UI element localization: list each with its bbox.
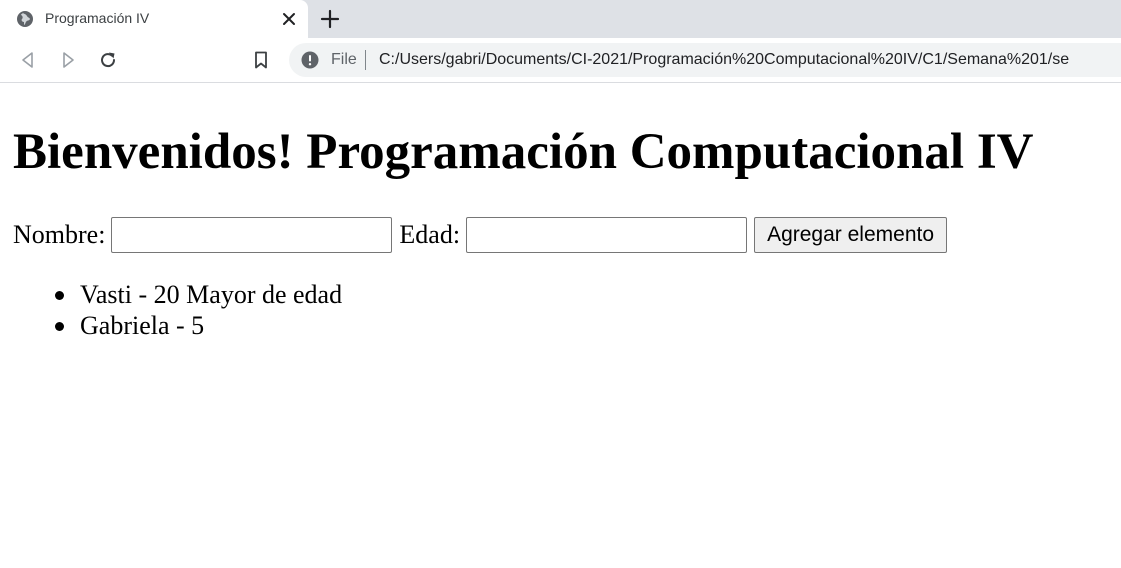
age-input[interactable] [466,217,748,253]
back-arrow-icon[interactable] [18,50,38,70]
bullet-icon [55,291,64,300]
url-scheme-label: File [331,51,357,68]
name-input[interactable] [111,217,393,253]
page-title: Bienvenidos! Programación Computacional … [13,124,1034,180]
browser-tab[interactable]: Programación IV [0,0,308,38]
forward-arrow-icon[interactable] [58,50,78,70]
url-text[interactable]: C:/Users/gabri/Documents/CI-2021/Program… [379,51,1069,69]
name-label: Nombre: [13,220,106,249]
list-item-text: Vasti - 20 Mayor de edad [80,280,343,309]
browser-toolbar: File C:/Users/gabri/Documents/CI-2021/Pr… [0,38,1121,83]
tab-strip: Programación IV [0,0,1121,38]
reload-icon[interactable] [98,50,118,70]
add-form: Nombre: Edad: Agregar elemento [13,217,948,253]
globe-icon [17,11,33,27]
bullet-icon [55,322,64,331]
plus-icon[interactable] [319,8,341,30]
address-bar[interactable]: File C:/Users/gabri/Documents/CI-2021/Pr… [289,43,1121,77]
close-icon[interactable] [280,10,298,28]
tab-title: Programación IV [45,10,150,26]
list-item-text: Gabriela - 5 [80,311,205,340]
list-item: Gabriela - 5 [55,310,342,341]
bookmark-icon[interactable] [251,50,271,70]
url-separator [365,50,366,70]
add-item-button[interactable]: Agregar elemento [754,217,948,253]
info-icon[interactable] [301,51,319,69]
page-content: Bienvenidos! Programación Computacional … [0,84,1121,568]
list-item: Vasti - 20 Mayor de edad [55,279,343,310]
items-list: Vasti - 20 Mayor de edad Gabriela - 5 [55,279,343,341]
age-label: Edad: [399,220,461,249]
